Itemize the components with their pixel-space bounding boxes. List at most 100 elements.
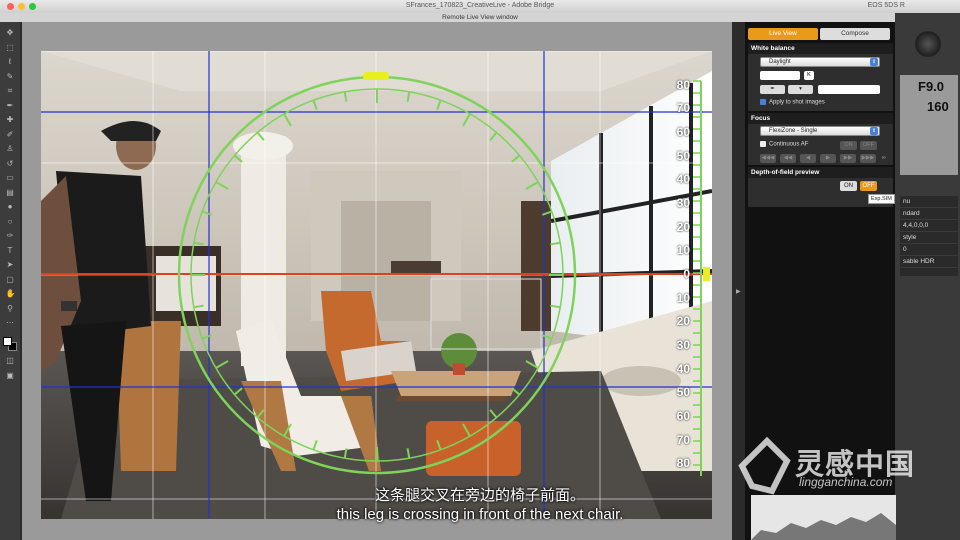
panel-collapse-arrow-icon[interactable]: ▶ (736, 288, 741, 295)
mode-dial-icon[interactable] (915, 31, 941, 57)
focus-near-2-button[interactable]: ◀◀ (780, 154, 796, 163)
checkbox-unchecked-icon (760, 141, 766, 147)
focus-far-1-button[interactable]: ▶ (820, 154, 836, 163)
pen-tool-icon[interactable]: ✑ (6, 231, 15, 240)
move-tool-icon[interactable]: ✥ (6, 28, 15, 37)
af-frame[interactable] (430, 278, 542, 350)
checkbox-checked-icon (760, 99, 766, 105)
scale-label: 70 (676, 101, 690, 115)
scale-label: 60 (676, 125, 690, 139)
more-tools-icon[interactable]: ⋯ (6, 318, 15, 327)
level-tick (489, 409, 498, 419)
camera-menu-item[interactable]: style (900, 232, 958, 244)
wb-value-field[interactable] (760, 71, 800, 80)
focus-far-3-button[interactable]: ▶▶▶ (860, 154, 876, 163)
focus-heading: Focus (748, 113, 893, 124)
eraser-tool-icon[interactable]: ▭ (6, 173, 15, 182)
marquee-tool-icon[interactable]: ⬚ (6, 43, 15, 52)
level-tick (436, 99, 442, 110)
camera-menu-item[interactable]: ndard (900, 208, 958, 220)
eyedropper-icon[interactable]: ✒ (760, 85, 785, 94)
eyedropper-tool-icon[interactable]: ✒ (6, 101, 15, 110)
wb-shift-field[interactable] (818, 85, 880, 94)
app-title: SFrances_170823_CreativeLive - Adobe Bri… (405, 2, 555, 9)
level-tick (215, 181, 229, 190)
level-tick (193, 241, 204, 246)
brush-tool-icon[interactable]: ✐ (6, 130, 15, 139)
camera-model-label: EOS 5DS R (867, 2, 905, 9)
level-tick (215, 360, 229, 369)
hand-tool-icon[interactable]: ✋ (6, 289, 16, 298)
shape-tool-icon[interactable]: ▢ (6, 275, 15, 284)
af-on-button[interactable]: ON (840, 141, 857, 150)
continuous-af-label: Continuous AF (769, 141, 809, 148)
tab-compose[interactable]: Compose (820, 28, 890, 40)
healing-tool-icon[interactable]: ✚ (6, 115, 15, 124)
exp-sim-tooltip: Exp.SIM (868, 194, 895, 204)
quick-mask-icon[interactable]: ◫ (6, 356, 15, 365)
focus-link-icon[interactable]: ∞ (879, 154, 889, 163)
camera-menu-item[interactable]: nu (900, 196, 958, 208)
dodge-tool-icon[interactable]: ○ (6, 217, 15, 226)
level-tick (462, 113, 471, 127)
wb-shift-select[interactable]: ▾ (788, 85, 813, 94)
continuous-af-checkbox[interactable]: Continuous AF (760, 141, 808, 148)
white-balance-section: White balance Daylight ⇕ K ✒ ▾ Apply to … (748, 43, 893, 111)
screen: SFrances_170823_CreativeLive - Adobe Bri… (0, 0, 960, 540)
subtitle-chinese: 这条腿交叉在旁边的椅子前面。 (374, 487, 585, 504)
wb-k-button[interactable]: K (804, 71, 814, 80)
scale-label: 10 (676, 291, 690, 305)
live-view-image[interactable]: 80 70 60 50 40 30 20 10 0 10 20 30 40 50… (41, 51, 712, 519)
camera-menu-item[interactable]: sable HDR (900, 256, 958, 268)
lasso-tool-icon[interactable]: ℓ (6, 57, 15, 66)
color-swatches[interactable] (3, 336, 17, 351)
level-tick (511, 154, 521, 163)
gradient-tool-icon[interactable]: ▤ (6, 188, 15, 197)
chevron-down-icon: ⇕ (870, 58, 878, 66)
type-tool-icon[interactable]: T (6, 246, 15, 255)
scale-label: 40 (676, 362, 690, 376)
blur-tool-icon[interactable]: ● (6, 202, 15, 211)
level-tick (406, 448, 411, 459)
tab-live-view[interactable]: Live View (748, 28, 818, 40)
panel-tabs: Live View Compose (748, 28, 890, 40)
crop-tool-icon[interactable]: ⌗ (6, 86, 15, 95)
zoom-tool-icon[interactable]: ⚲ (6, 304, 15, 313)
aperture-value[interactable]: F9.0 (918, 79, 944, 94)
focus-section: Focus FlexiZone - Single ⇕ Continuous AF… (748, 113, 893, 165)
white-balance-select[interactable]: Daylight ⇕ (760, 57, 880, 67)
quick-select-tool-icon[interactable]: ✎ (6, 72, 15, 81)
level-tick (511, 387, 521, 396)
apply-to-shot-checkbox[interactable]: Apply to shot images (760, 99, 825, 106)
dof-off-button[interactable]: OFF (860, 181, 877, 191)
level-tick (201, 334, 212, 340)
foreground-color-swatch[interactable] (3, 336, 12, 346)
scale-label: 30 (676, 196, 690, 210)
scale-label: 0 (683, 267, 690, 281)
path-select-tool-icon[interactable]: ➤ (6, 260, 15, 269)
shutter-value[interactable]: 160 (927, 99, 949, 114)
camera-menu-item[interactable]: 0 (900, 244, 958, 256)
camera-menu-item[interactable]: 4,4,0,0,0 (900, 220, 958, 232)
white-balance-value: Daylight (769, 59, 791, 65)
scale-label: 50 (676, 385, 690, 399)
focus-far-2-button[interactable]: ▶▶ (840, 154, 856, 163)
focus-near-3-button[interactable]: ◀◀◀ (760, 154, 776, 163)
level-tick (233, 154, 243, 163)
level-tick (283, 113, 292, 127)
level-tick (193, 304, 204, 309)
dof-heading: Depth-of-field preview (748, 167, 893, 178)
level-tick (312, 99, 318, 110)
stamp-tool-icon[interactable]: ♙ (6, 144, 15, 153)
dof-on-button[interactable]: ON (840, 181, 857, 191)
window-title: Remote Live View window (0, 13, 960, 22)
screen-mode-icon[interactable]: ▣ (6, 371, 15, 380)
focus-near-1-button[interactable]: ◀ (800, 154, 816, 163)
af-off-button[interactable]: OFF (860, 141, 877, 150)
app-titlebar: SFrances_170823_CreativeLive - Adobe Bri… (0, 0, 960, 13)
level-tick (436, 440, 442, 451)
focus-mode-select[interactable]: FlexiZone - Single ⇕ (760, 126, 880, 136)
history-brush-tool-icon[interactable]: ↺ (6, 159, 15, 168)
level-tick (201, 210, 212, 216)
scale-label: 30 (676, 338, 690, 352)
